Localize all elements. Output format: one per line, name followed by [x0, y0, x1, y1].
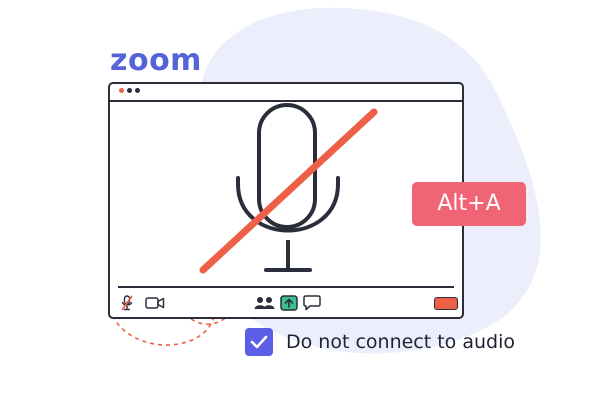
shortcut-badge: Alt+A — [412, 182, 526, 226]
audio-option-label: Do not connect to audio — [286, 331, 515, 353]
checkmark-icon — [250, 335, 268, 349]
illustration-stage: zoom Alt+A Do not connect to audio — [0, 0, 600, 400]
audio-option-row[interactable]: Do not connect to audio — [245, 327, 515, 357]
audio-checkbox[interactable] — [245, 328, 273, 356]
